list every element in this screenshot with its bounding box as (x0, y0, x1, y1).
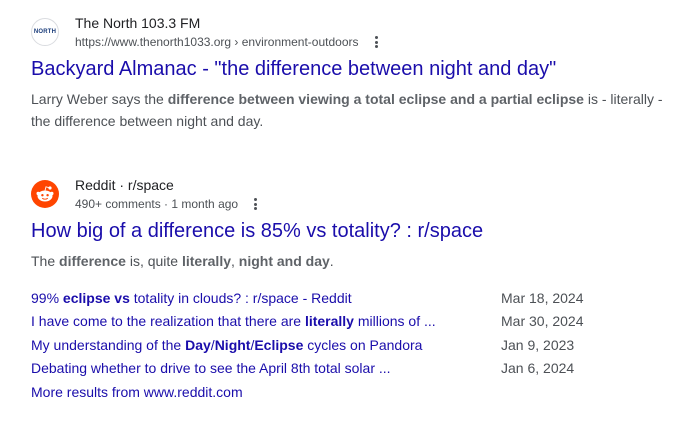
the-north-logo: NORTH (31, 18, 59, 46)
bold-term: literally (304, 313, 354, 330)
text-segment: Larry Weber says the (31, 91, 168, 107)
sublink-row: Debating whether to drive to see the Apr… (31, 357, 591, 381)
bold-term: Eclipse (254, 336, 304, 353)
bold-term: literally (181, 253, 231, 269)
more-results-link[interactable]: More results from www.reddit.com (31, 384, 243, 400)
bold-term: eclipse vs (62, 289, 130, 306)
favicon-text: NORTH (33, 29, 57, 35)
sublink[interactable]: Debating whether to drive to see the Apr… (31, 360, 391, 376)
bold-term: night and day (238, 253, 330, 269)
text-segment: 99% (31, 289, 63, 306)
more-options-icon[interactable] (371, 36, 382, 48)
result-meta: 490+ comments · 1 month ago (75, 197, 239, 211)
sublinks-list: 99% eclipse vs totality in clouds? : r/s… (31, 286, 591, 380)
result-title-link[interactable]: How big of a difference is 85% vs totali… (31, 218, 671, 244)
bold-term: difference (59, 253, 126, 269)
text-segment: I have come to the realization that ther… (31, 313, 305, 330)
sublink-row: 99% eclipse vs totality in clouds? : r/s… (31, 286, 591, 310)
sublink[interactable]: I have come to the realization that ther… (31, 313, 436, 329)
reddit-snoo-icon (31, 180, 59, 208)
bold-term: Night (214, 336, 251, 353)
text-segment: The (31, 253, 60, 269)
sublink-date: Mar 30, 2024 (501, 313, 584, 330)
result-source[interactable]: Reddit · r/space 490+ comments · 1 month… (31, 174, 671, 214)
result-snippet: Larry Weber says the difference between … (31, 88, 671, 132)
text-segment: . (329, 253, 334, 269)
sublink-date: Jan 9, 2023 (501, 336, 575, 353)
text-segment: Debating whether to drive to see the Apr… (31, 360, 391, 377)
sublink[interactable]: My understanding of the Day/Night/Eclips… (31, 337, 422, 353)
sublink-row: I have come to the realization that ther… (31, 310, 591, 334)
bold-term: difference between viewing a total eclip… (167, 91, 584, 107)
text-segment: My understanding of the (31, 336, 186, 353)
text-segment: is, quite (125, 253, 182, 269)
result-title-link[interactable]: Backyard Almanac - "the difference betwe… (31, 56, 671, 82)
sublink-date: Jan 6, 2024 (501, 360, 575, 377)
search-result-reddit: Reddit · r/space 490+ comments · 1 month… (31, 174, 671, 272)
sublink-date: Mar 18, 2024 (501, 289, 584, 306)
result-url: https://www.thenorth1033.org › environme… (75, 35, 359, 49)
bold-term: Day (185, 336, 211, 353)
text-segment: totality in clouds? : r/space - Reddit (129, 289, 352, 306)
site-name: Reddit · r/space (75, 177, 174, 193)
more-options-icon[interactable] (250, 198, 261, 210)
sublink[interactable]: 99% eclipse vs totality in clouds? : r/s… (31, 290, 352, 306)
text-segment: millions of ... (353, 313, 436, 330)
result-source[interactable]: NORTH The North 103.3 FM https://www.the… (31, 12, 671, 52)
text-segment: cycles on Pandora (303, 336, 423, 353)
text-segment: , (231, 253, 239, 269)
search-result-the-north: NORTH The North 103.3 FM https://www.the… (31, 12, 671, 132)
sublink-row: My understanding of the Day/Night/Eclips… (31, 333, 591, 357)
site-name: The North 103.3 FM (75, 15, 201, 31)
result-snippet: The difference is, quite literally, nigh… (31, 250, 671, 272)
